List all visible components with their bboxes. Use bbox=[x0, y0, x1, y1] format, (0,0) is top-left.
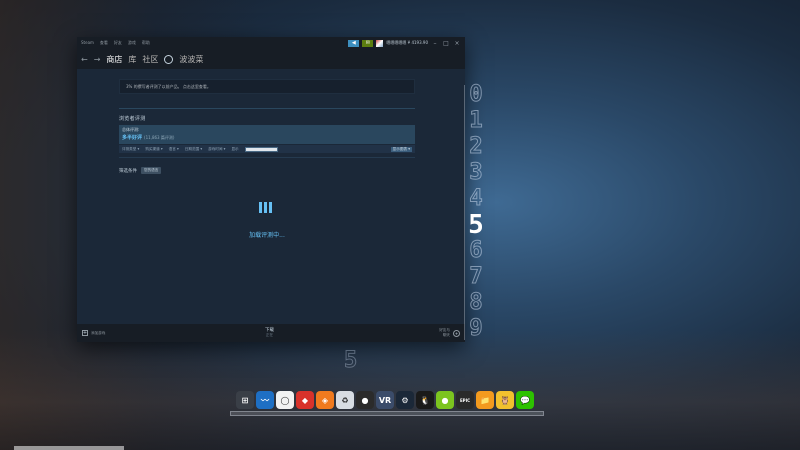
owl-icon[interactable]: 🦉 bbox=[496, 391, 514, 409]
bottom-edge-bar bbox=[14, 446, 124, 450]
loading-text: 加载评测中... bbox=[249, 232, 285, 239]
menu-view[interactable]: 查看 bbox=[100, 40, 108, 46]
add-game-label: 添加游戏 bbox=[91, 330, 106, 335]
divider bbox=[119, 108, 415, 109]
reviews-section-title: 浏览者评测 bbox=[119, 116, 146, 122]
divider bbox=[119, 157, 415, 158]
start-icon[interactable]: ⊞ bbox=[236, 391, 254, 409]
filter-language[interactable]: 语言 ▾ bbox=[169, 147, 179, 152]
network-monitor-icon[interactable]: 〰 bbox=[256, 391, 274, 409]
digit-7: 7 bbox=[469, 264, 483, 290]
orange-folder-icon[interactable]: 📁 bbox=[476, 391, 494, 409]
nav-profile[interactable]: 波波菜 bbox=[179, 54, 203, 65]
filter-conditions-label: 筛选条件 bbox=[119, 168, 137, 174]
add-game-button[interactable]: + 添加游戏 bbox=[82, 330, 105, 336]
profile-icon bbox=[164, 54, 174, 64]
close-button[interactable]: × bbox=[453, 40, 461, 47]
dock-shelf bbox=[230, 411, 544, 416]
minimize-button[interactable]: – bbox=[431, 40, 439, 47]
back-button[interactable]: ← bbox=[81, 55, 88, 64]
filter-display-label: 显示 bbox=[231, 146, 239, 151]
oculus-icon[interactable]: ◯ bbox=[276, 391, 294, 409]
downloads-status: 正在 bbox=[265, 333, 274, 337]
digit-column: 0 1 2 3 4 5 6 7 8 9 bbox=[462, 82, 490, 342]
nav-bar: ← → 商店 库 社区 波波菜 bbox=[77, 49, 465, 69]
chat-plus-icon: + bbox=[453, 329, 460, 337]
notification-button[interactable]: ✉ bbox=[362, 39, 374, 47]
digit-3: 3 bbox=[469, 160, 483, 186]
summary-score[interactable]: 多半好评 (11,863 篇评测) bbox=[122, 134, 412, 142]
store-content: 3% 的撰写者评测了以前产品。 点击这里查看。 浏览者评测 总体评测: 多半好评… bbox=[77, 69, 465, 332]
menu-games[interactable]: 游戏 bbox=[128, 40, 136, 46]
filter-date-range[interactable]: 日期范围 ▾ bbox=[185, 147, 202, 152]
loading-spinner-icon bbox=[259, 202, 272, 213]
nav-store[interactable]: 商店 bbox=[106, 54, 122, 65]
steam-icon[interactable]: ⚙ bbox=[396, 391, 414, 409]
red-app-icon[interactable]: ◆ bbox=[296, 391, 314, 409]
digit-9: 9 bbox=[469, 316, 483, 342]
review-panel: 3% 的撰写者评测了以前产品。 点击这里查看。 浏览者评测 总体评测: 多半好评… bbox=[119, 69, 415, 174]
downloads-button[interactable]: 下载 正在 bbox=[265, 327, 274, 338]
show-graph-button[interactable]: 显示图表 ▾ bbox=[390, 146, 412, 152]
broadcast-button[interactable]: ◀ bbox=[348, 39, 360, 47]
digit-8: 8 bbox=[469, 290, 483, 316]
friends-chat-button[interactable]: 好友与 聊天 + bbox=[439, 328, 460, 338]
title-bar[interactable]: Steam 查看 好友 游戏 帮助 ◀ ✉ 嗯嗯嗯嗯嗯 ¥ 4193.90 – … bbox=[77, 37, 465, 49]
nav-library[interactable]: 库 bbox=[128, 54, 136, 65]
review-filter-bar: 评测类型 ▾ 购买渠道 ▾ 语言 ▾ 日期范围 ▾ 游戏时间 ▾ 显示 显示图表… bbox=[119, 145, 415, 153]
summary-count: (11,863 篇评测) bbox=[144, 134, 175, 140]
filter-chip-language[interactable]: 您的语言 bbox=[141, 167, 162, 174]
plus-icon: + bbox=[82, 329, 88, 336]
broadcast-icon: ◀ bbox=[351, 39, 356, 46]
steam-window[interactable]: Steam 查看 好友 游戏 帮助 ◀ ✉ 嗯嗯嗯嗯嗯 ¥ 4193.90 – … bbox=[77, 37, 465, 342]
filter-conditions: 筛选条件 您的语言 bbox=[119, 167, 415, 174]
envelope-icon: ✉ bbox=[365, 39, 370, 46]
filter-playtime[interactable]: 游戏时间 ▾ bbox=[208, 147, 225, 152]
vr-icon[interactable]: VR bbox=[376, 391, 394, 409]
info-notice: 3% 的撰写者评测了以前产品。 点击这里查看。 bbox=[119, 79, 415, 94]
digit-6: 6 bbox=[469, 238, 483, 264]
digit-1: 1 bbox=[469, 108, 483, 134]
title-menu: Steam 查看 好友 游戏 帮助 bbox=[81, 40, 150, 46]
chat-label: 聊天 bbox=[442, 333, 450, 337]
wechat-icon[interactable]: 💬 bbox=[516, 391, 534, 409]
green-ball-icon[interactable]: ● bbox=[436, 391, 454, 409]
digit-0: 0 bbox=[469, 82, 483, 108]
recycle-bin-icon[interactable]: ♻ bbox=[336, 391, 354, 409]
account-label[interactable]: 嗯嗯嗯嗯嗯 ¥ 4193.90 bbox=[386, 40, 428, 46]
info-text[interactable]: 3% 的撰写者评测了以前产品。 点击这里查看。 bbox=[126, 84, 211, 90]
menu-steam[interactable]: Steam bbox=[81, 40, 94, 46]
avatar[interactable] bbox=[376, 39, 384, 47]
digit-active: 5 bbox=[468, 210, 484, 240]
steam-footer: + 添加游戏 下载 正在 好友与 聊天 + bbox=[77, 324, 465, 342]
nav-community[interactable]: 社区 bbox=[142, 54, 158, 65]
epic-games-icon[interactable]: EPIC bbox=[456, 391, 474, 409]
display-select[interactable] bbox=[244, 146, 278, 152]
ghost-digit: 5 bbox=[343, 348, 358, 374]
menu-help[interactable]: 帮助 bbox=[142, 40, 150, 46]
filter-review-type[interactable]: 评测类型 ▾ bbox=[122, 147, 139, 152]
summary-score-text: 多半好评 bbox=[122, 135, 143, 141]
obs-icon[interactable]: ● bbox=[356, 391, 374, 409]
menu-friends[interactable]: 好友 bbox=[114, 40, 122, 46]
filter-purchase-type[interactable]: 购买渠道 ▾ bbox=[145, 147, 162, 152]
digit-2: 2 bbox=[469, 134, 483, 160]
review-summary: 总体评测: 多半好评 (11,863 篇评测) bbox=[119, 125, 415, 144]
forward-button[interactable]: → bbox=[94, 55, 101, 64]
title-right: ◀ ✉ 嗯嗯嗯嗯嗯 ¥ 4193.90 – □ × bbox=[348, 39, 461, 47]
taskbar-dock: ⊞ 〰 ◯ ◆ ◈ ♻ ● VR ⚙ 🐧 ● EPIC 📁 🦉 💬 bbox=[236, 389, 534, 411]
orange-diamond-icon[interactable]: ◈ bbox=[316, 391, 334, 409]
friends-chat-label: 好友与 聊天 bbox=[439, 328, 450, 338]
summary-label: 总体评测: bbox=[122, 127, 140, 132]
qq-icon[interactable]: 🐧 bbox=[416, 391, 434, 409]
digit-4: 4 bbox=[469, 186, 483, 212]
maximize-button[interactable]: □ bbox=[442, 40, 450, 47]
